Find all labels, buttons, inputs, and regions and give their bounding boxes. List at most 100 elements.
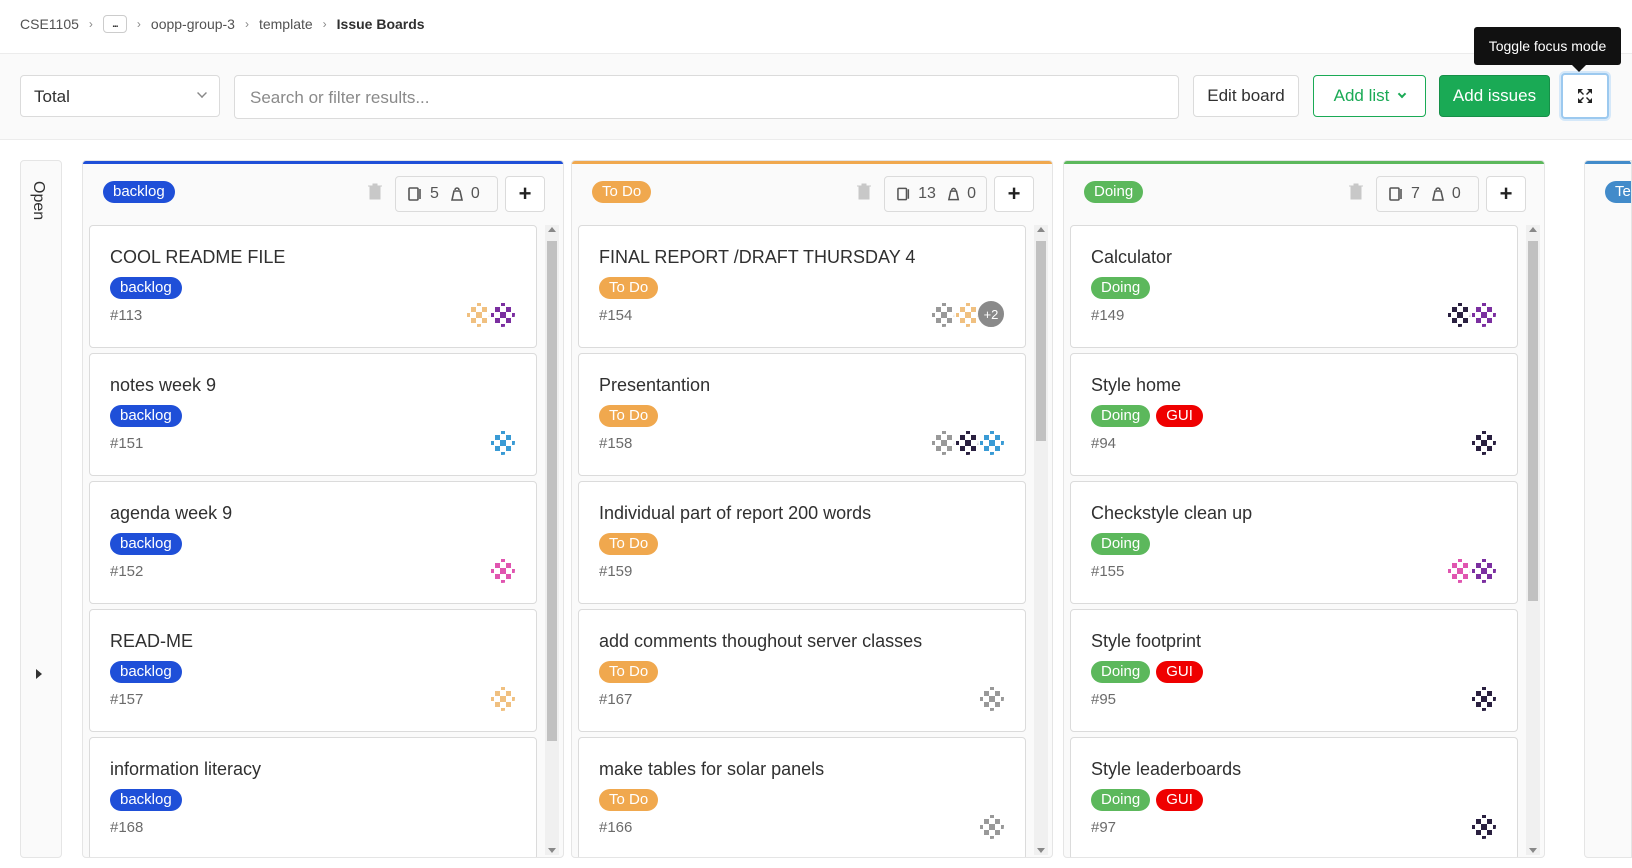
new-issue-button[interactable]: + [505, 176, 545, 212]
scroll-down-icon[interactable] [548, 848, 556, 853]
add-issues-button[interactable]: Add issues [1439, 75, 1550, 117]
breadcrumb-template[interactable]: template [259, 16, 313, 32]
issue-title[interactable]: notes week 9 [110, 375, 216, 396]
breadcrumb-project[interactable]: oopp-group-3 [151, 16, 235, 32]
issue-label[interactable]: backlog [110, 405, 182, 427]
avatar[interactable] [1469, 428, 1497, 456]
trash-icon[interactable] [856, 183, 872, 201]
scrollbar-thumb[interactable] [1528, 241, 1538, 601]
weight-count: 0 [967, 185, 976, 202]
issue-title[interactable]: Checkstyle clean up [1091, 503, 1252, 524]
more-assignees-badge[interactable]: +2 [977, 300, 1005, 328]
issue-label[interactable]: Doing [1091, 277, 1151, 299]
issue-title[interactable]: COOL README FILE [110, 247, 285, 268]
issue-card[interactable]: agenda week 9 backlog #152 [89, 481, 537, 604]
scroll-down-icon[interactable] [1037, 848, 1045, 853]
issue-label[interactable]: backlog [110, 789, 182, 811]
issue-label[interactable]: GUI [1156, 405, 1203, 427]
trash-icon[interactable] [1348, 183, 1364, 201]
new-issue-button[interactable]: + [1486, 176, 1526, 212]
avatar[interactable] [977, 428, 1005, 456]
assignee-avatars [488, 556, 516, 584]
issue-card[interactable]: Checkstyle clean up Doing #155 [1070, 481, 1518, 604]
list-label-pill[interactable]: Te [1605, 181, 1631, 203]
list-label-pill[interactable]: Doing [1084, 181, 1144, 203]
issue-label[interactable]: GUI [1156, 661, 1203, 683]
avatar[interactable] [488, 556, 516, 584]
issue-label[interactable]: backlog [110, 533, 182, 555]
breadcrumb-group[interactable]: CSE1105 [20, 16, 79, 32]
issue-title[interactable]: Style footprint [1091, 631, 1201, 652]
issue-title[interactable]: information literacy [110, 759, 261, 780]
issue-label[interactable]: GUI [1156, 789, 1203, 811]
issue-label[interactable]: Doing [1091, 661, 1151, 683]
issue-title[interactable]: Individual part of report 200 words [599, 503, 871, 524]
issue-card[interactable]: information literacy backlog #168 [89, 737, 537, 857]
issue-label[interactable]: To Do [599, 533, 659, 555]
breadcrumb-current[interactable]: Issue Boards [337, 16, 425, 32]
list-label-pill[interactable]: To Do [592, 181, 652, 203]
focus-mode-button[interactable] [1561, 73, 1609, 119]
issue-title[interactable]: Style home [1091, 375, 1181, 396]
issue-card[interactable]: Presentantion To Do #158 [578, 353, 1026, 476]
scroll-up-icon[interactable] [1037, 227, 1045, 232]
issue-label[interactable]: To Do [599, 405, 659, 427]
issue-card[interactable]: notes week 9 backlog #151 [89, 353, 537, 476]
avatar[interactable] [488, 300, 516, 328]
issue-card[interactable]: Style home Doing GUI #94 [1070, 353, 1518, 476]
search-input[interactable]: Search or filter results... [234, 75, 1179, 119]
issue-title[interactable]: READ-ME [110, 631, 193, 652]
avatar[interactable] [977, 684, 1005, 712]
issue-label[interactable]: backlog [110, 661, 182, 683]
avatar[interactable] [977, 812, 1005, 840]
chevron-down-icon [1398, 89, 1407, 99]
new-issue-button[interactable]: + [994, 176, 1034, 212]
board-select[interactable]: Total [20, 75, 220, 117]
scroll-up-icon[interactable] [548, 227, 556, 232]
issue-card[interactable]: make tables for solar panels To Do #166 [578, 737, 1026, 857]
issue-card[interactable]: Calculator Doing #149 [1070, 225, 1518, 348]
open-list-collapsed[interactable]: Open [20, 160, 62, 858]
issue-title[interactable]: FINAL REPORT /DRAFT THURSDAY 4 [599, 247, 915, 268]
issue-label[interactable]: To Do [599, 277, 659, 299]
issue-label[interactable]: To Do [599, 789, 659, 811]
issue-title[interactable]: add comments thoughout server classes [599, 631, 922, 652]
list-scrollbar[interactable] [545, 225, 559, 855]
issue-title[interactable]: Style leaderboards [1091, 759, 1241, 780]
issue-card[interactable]: Style leaderboards Doing GUI #97 [1070, 737, 1518, 857]
issue-number: #159 [599, 563, 633, 580]
issue-label[interactable]: Doing [1091, 405, 1151, 427]
avatar[interactable] [1469, 300, 1497, 328]
list-label-pill[interactable]: backlog [103, 181, 175, 203]
issue-card[interactable]: Style footprint Doing GUI #95 [1070, 609, 1518, 732]
avatar[interactable] [1469, 556, 1497, 584]
breadcrumb-more-button[interactable]: ... [102, 15, 127, 33]
edit-board-button[interactable]: Edit board [1193, 75, 1299, 117]
issue-card[interactable]: READ-ME backlog #157 [89, 609, 537, 732]
list-scrollbar[interactable] [1526, 225, 1540, 855]
trash-icon[interactable] [367, 183, 383, 201]
issue-label[interactable]: Doing [1091, 533, 1151, 555]
issue-label[interactable]: Doing [1091, 789, 1151, 811]
scroll-up-icon[interactable] [1529, 227, 1537, 232]
issue-card[interactable]: Individual part of report 200 words To Do… [578, 481, 1026, 604]
add-list-button[interactable]: Add list [1313, 75, 1426, 117]
issue-card[interactable]: COOL README FILE backlog #113 [89, 225, 537, 348]
issue-title[interactable]: agenda week 9 [110, 503, 232, 524]
list-scrollbar[interactable] [1034, 225, 1048, 855]
avatar[interactable] [1469, 684, 1497, 712]
issue-card[interactable]: FINAL REPORT /DRAFT THURSDAY 4 To Do #154 +… [578, 225, 1026, 348]
avatar[interactable] [1469, 812, 1497, 840]
scroll-down-icon[interactable] [1529, 848, 1537, 853]
scrollbar-thumb[interactable] [547, 241, 557, 741]
scrollbar-thumb[interactable] [1036, 241, 1046, 441]
issue-card[interactable]: add comments thoughout server classes To … [578, 609, 1026, 732]
issue-label[interactable]: To Do [599, 661, 659, 683]
expand-caret-icon[interactable] [36, 669, 42, 679]
issue-label[interactable]: backlog [110, 277, 182, 299]
issue-title[interactable]: Presentantion [599, 375, 710, 396]
avatar[interactable] [488, 428, 516, 456]
issue-title[interactable]: make tables for solar panels [599, 759, 824, 780]
issue-title[interactable]: Calculator [1091, 247, 1172, 268]
avatar[interactable] [488, 684, 516, 712]
